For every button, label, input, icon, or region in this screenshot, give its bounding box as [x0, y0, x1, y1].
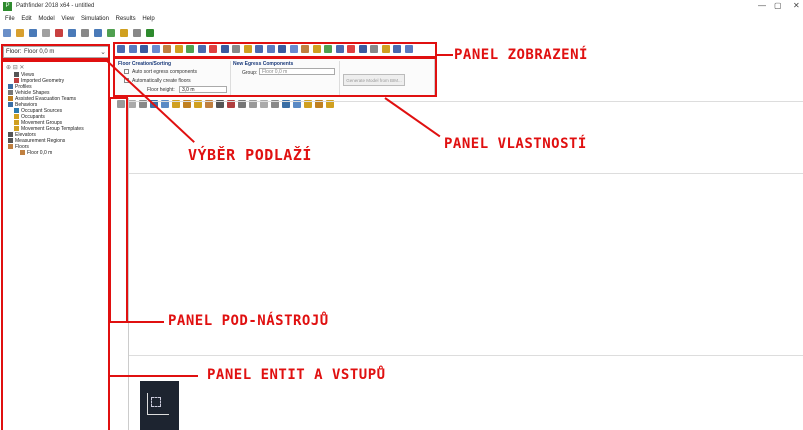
menu-file[interactable]: File — [5, 14, 15, 25]
canvas-border — [128, 98, 129, 430]
label-vyber-podlazi: VÝBĚR PODLAŽÍ — [188, 146, 312, 164]
toolbar-tool-icon[interactable] — [94, 29, 102, 37]
toolbar-tool-icon[interactable] — [107, 29, 115, 37]
toolbar-tool-icon[interactable] — [68, 29, 76, 37]
menu-bar: File Edit Model View Simulation Results … — [0, 14, 803, 25]
toolbar-tool-icon[interactable] — [55, 29, 63, 37]
highlight-properties-panel — [113, 57, 437, 97]
pointer-line — [128, 321, 164, 323]
toolbar-tool-icon[interactable] — [42, 29, 50, 37]
canvas-border — [129, 101, 803, 102]
maximize-button[interactable]: ▢ — [774, 1, 782, 10]
minimize-button[interactable]: — — [758, 1, 766, 10]
title-bar: P Pathfinder 2018 x64 - untitled — ▢ ✕ — [0, 0, 803, 14]
pointer-line — [384, 97, 441, 138]
toolbar-tool-icon[interactable] — [16, 29, 24, 37]
toolbar-tool-icon[interactable] — [81, 29, 89, 37]
app-logo-icon: P — [3, 2, 12, 11]
grid-icon — [151, 397, 161, 407]
view-preview[interactable] — [140, 381, 179, 430]
close-button[interactable]: ✕ — [793, 1, 800, 10]
toolbar-tool-icon[interactable] — [120, 29, 128, 37]
label-panel-pod-nastroju: PANEL POD-NÁSTROJŮ — [168, 313, 329, 329]
pointer-line — [437, 54, 453, 56]
highlight-sub-tools — [109, 97, 128, 323]
label-panel-zobrazeni: PANEL ZOBRAZENÍ — [454, 47, 588, 63]
main-toolbar — [0, 27, 180, 41]
label-panel-vlastnosti: PANEL VLASTNOSTÍ — [444, 136, 587, 152]
menu-help[interactable]: Help — [142, 14, 154, 25]
menu-model[interactable]: Model — [38, 14, 54, 25]
highlight-entity-panel — [1, 60, 110, 430]
canvas-border — [129, 173, 803, 174]
axis-y-icon — [147, 393, 148, 415]
toolbar-tool-icon[interactable] — [146, 29, 154, 37]
canvas-border — [129, 355, 803, 356]
menu-results[interactable]: Results — [116, 14, 136, 25]
highlight-view-toolbar — [113, 42, 437, 58]
toolbar-tool-icon[interactable] — [3, 29, 11, 37]
pointer-line — [110, 375, 198, 377]
toolbar-tool-icon[interactable] — [133, 29, 141, 37]
highlight-floor-selector — [1, 44, 110, 60]
axis-x-icon — [147, 414, 169, 415]
menu-edit[interactable]: Edit — [21, 14, 31, 25]
window-title: Pathfinder 2018 x64 - untitled — [16, 3, 95, 9]
label-panel-entit: PANEL ENTIT A VSTUPŮ — [207, 367, 386, 383]
menu-view[interactable]: View — [61, 14, 74, 25]
menu-simulation[interactable]: Simulation — [81, 14, 109, 25]
toolbar-tool-icon[interactable] — [29, 29, 37, 37]
